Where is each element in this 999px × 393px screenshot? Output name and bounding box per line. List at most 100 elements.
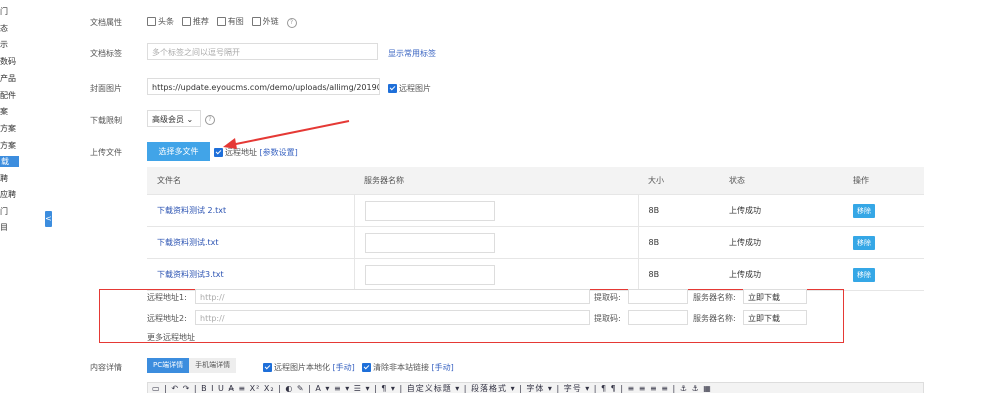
content-tabs: PC端详情 手机端详情: [147, 358, 237, 373]
remote-address-2-label: 远程地址2:: [147, 314, 187, 323]
attr-option-has-image[interactable]: 有图: [216, 17, 244, 26]
upload-label: 上传文件: [90, 148, 122, 157]
content-detail-label: 内容详情: [90, 363, 122, 372]
server-name-input[interactable]: [364, 200, 495, 221]
table-row: 下载资料测试 2.txt 8B 上传成功 移除: [147, 194, 924, 227]
clear-links-label: 清除非本站链接: [373, 363, 429, 372]
remove-button[interactable]: 移除: [853, 203, 875, 218]
file-size: 8B: [638, 226, 719, 259]
cover-label: 封面图片: [90, 84, 122, 93]
localize-remote-images-option[interactable]: 远程图片本地化 [手动]: [263, 362, 355, 373]
checkbox[interactable]: [147, 17, 156, 26]
remove-button[interactable]: 移除: [853, 267, 875, 282]
sidebar-item[interactable]: 态: [0, 23, 40, 34]
sidebar-item[interactable]: 示: [0, 39, 40, 50]
sidebar-item[interactable]: 案: [0, 106, 40, 117]
tab-pc-detail[interactable]: PC端详情: [147, 358, 190, 373]
help-icon[interactable]: ?: [286, 18, 297, 28]
file-name[interactable]: 下载资料测试 2.txt: [147, 194, 355, 227]
file-status: 上传成功: [719, 226, 843, 259]
extract-code-2-label: 提取码:: [594, 314, 621, 323]
extract-code-2-input[interactable]: [628, 310, 688, 325]
file-name[interactable]: 下载资料测试3.txt: [147, 258, 355, 291]
attr-option-label: 头条: [158, 17, 174, 26]
sidebar-item[interactable]: 聘: [0, 173, 40, 184]
tags-label: 文档标签: [90, 49, 122, 58]
attr-option-external-link[interactable]: 外链: [251, 17, 279, 26]
extract-code-1-input[interactable]: [628, 289, 688, 304]
sidebar-item[interactable]: 配件: [0, 90, 40, 101]
remote-address-2-input[interactable]: http://: [195, 310, 590, 325]
sidebar-item[interactable]: 方案: [0, 123, 40, 134]
sidebar-item[interactable]: 门: [0, 6, 40, 17]
checkbox[interactable]: [362, 363, 371, 372]
attr-option-label: 外链: [262, 17, 279, 26]
tab-mobile-detail[interactable]: 手机端详情: [189, 358, 237, 373]
sidebar-item[interactable]: 数码: [0, 56, 40, 67]
action-cell: 移除: [843, 194, 924, 227]
clear-external-links-option[interactable]: 清除非本站链接 [手动]: [362, 362, 454, 373]
checkbox[interactable]: [181, 17, 191, 26]
annotation-arrow: [223, 120, 350, 149]
remote-address-1-input[interactable]: http://: [195, 289, 590, 304]
remote-address-1-label: 远程地址1:: [147, 293, 187, 302]
table-row: 下载资料测试.txt 8B 上传成功 移除: [147, 226, 924, 259]
sidebar-item[interactable]: 载: [0, 156, 19, 167]
more-remote-address-link[interactable]: 更多远程地址: [147, 332, 195, 343]
col-filename: 文件名: [147, 167, 354, 195]
sidebar-item[interactable]: 产品: [0, 73, 40, 84]
checkbox[interactable]: [263, 363, 272, 372]
attr-option-recommend[interactable]: 推荐: [181, 17, 209, 26]
file-status: 上传成功: [719, 194, 843, 227]
server-name-cell: [354, 194, 639, 227]
checkbox[interactable]: [388, 84, 397, 93]
checkbox[interactable]: [216, 17, 226, 26]
file-size: 8B: [638, 194, 719, 227]
table-header-row: 文件名 服务器名称 大小 状态 操作: [147, 167, 924, 195]
localize-manual-link[interactable]: [手动]: [333, 363, 355, 372]
show-common-tags-link[interactable]: 显示常用标签: [388, 48, 436, 59]
select-value: 高级会员: [152, 115, 184, 124]
server-name-1-label: 服务器名称:: [693, 293, 736, 302]
attr-label: 文档属性: [90, 18, 122, 27]
server-name-input[interactable]: [364, 264, 495, 285]
remote-image-label: 远程图片: [399, 84, 431, 93]
localize-label: 远程图片本地化: [274, 363, 330, 372]
checkbox[interactable]: [251, 17, 261, 26]
table-row: 下载资料测试3.txt 8B 上传成功 移除: [147, 258, 924, 291]
attr-option-label: 有图: [227, 17, 244, 26]
file-size: 8B: [638, 258, 719, 291]
help-icon[interactable]: ?: [205, 115, 215, 125]
select-files-button[interactable]: 选择多文件: [147, 142, 210, 161]
chevron-down-icon: ⌄: [186, 115, 194, 124]
attr-option-headline[interactable]: 头条: [147, 17, 174, 26]
server-name-input[interactable]: [364, 232, 495, 253]
server-name-2-input[interactable]: 立即下载: [743, 310, 807, 325]
sidebar-item[interactable]: 方案: [0, 140, 40, 151]
server-name-2-label: 服务器名称:: [693, 314, 736, 323]
clear-links-manual-link[interactable]: [手动]: [432, 363, 454, 372]
server-name-1-input[interactable]: 立即下载: [743, 289, 807, 304]
remote-image-option[interactable]: 远程图片: [388, 83, 431, 94]
sidebar-item[interactable]: 目: [0, 222, 40, 233]
action-cell: 移除: [843, 258, 924, 291]
server-name-cell: [354, 258, 639, 291]
cover-url-input[interactable]: https://update.eyoucms.com/demo/uploads/…: [147, 78, 380, 95]
download-limit-label: 下载限制: [90, 116, 122, 125]
extract-code-1-label: 提取码:: [594, 293, 621, 302]
col-size: 大小: [638, 167, 719, 195]
collapse-sidebar-button[interactable]: <: [45, 211, 52, 227]
server-name-cell: [354, 226, 639, 259]
remove-button[interactable]: 移除: [853, 235, 875, 250]
file-name[interactable]: 下载资料测试.txt: [147, 226, 355, 259]
attr-option-label: 推荐: [192, 17, 209, 26]
sidebar-item[interactable]: 应聘: [0, 189, 40, 200]
tags-input[interactable]: 多个标签之间以逗号隔开: [147, 43, 378, 60]
files-table: 文件名 服务器名称 大小 状态 操作 下载资料测试 2.txt 8B 上传成功 …: [147, 167, 924, 291]
editor-toolbar[interactable]: ▭ | ↶ ↷ | B I U A̶ ≡ X² X₂ | ◐ ✎ | A ▾ ≡…: [147, 382, 924, 393]
download-limit-select[interactable]: 高级会员 ⌄: [147, 110, 201, 127]
col-server-name: 服务器名称: [354, 167, 638, 195]
action-cell: 移除: [843, 226, 924, 259]
attr-options: 头条 推荐 有图 外链 ?: [147, 16, 297, 28]
sidebar-item[interactable]: 门: [0, 206, 40, 217]
